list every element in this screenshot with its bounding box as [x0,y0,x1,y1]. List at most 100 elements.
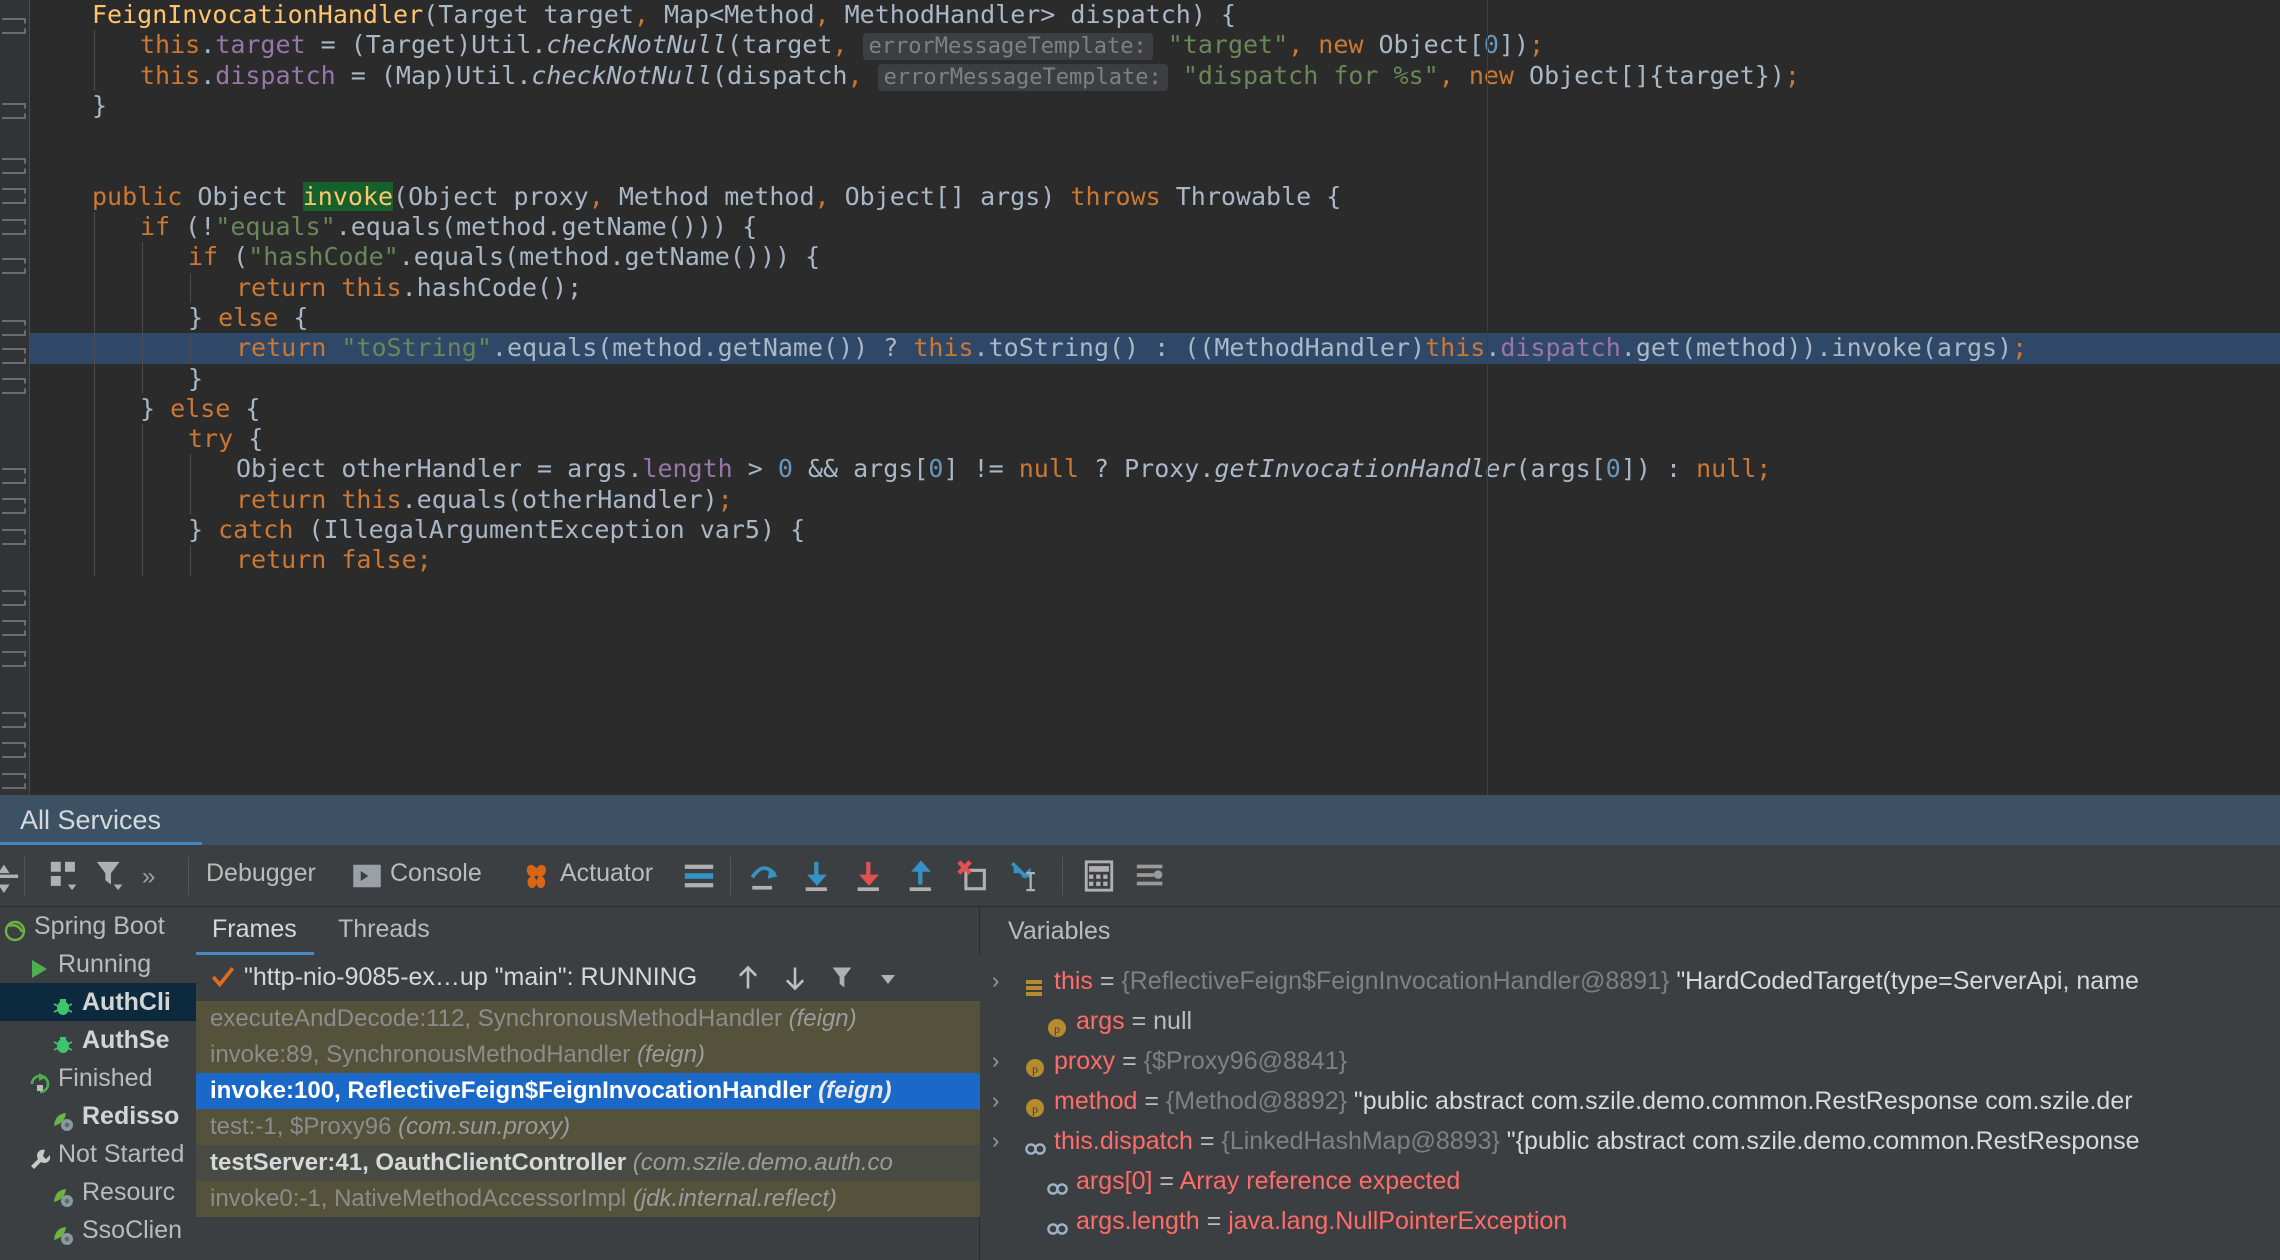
services-tree-item-redisso[interactable]: Redisso [0,1097,196,1135]
frame-row[interactable]: invoke0:-1, NativeMethodAccessorImpl (jd… [196,1181,980,1217]
code-fold-marker[interactable] [2,498,26,511]
code-line[interactable] [30,151,2280,181]
frame-row[interactable]: testServer:41, OauthClientController (co… [196,1145,980,1181]
frame-row[interactable]: test:-1, $Proxy96 (com.sun.proxy) [196,1109,980,1145]
code-line[interactable]: this.dispatch = (Map)Util.checkNotNull(d… [30,60,2280,91]
filter-icon[interactable] [94,859,128,893]
code-line[interactable]: public Object invoke(Object proxy, Metho… [30,181,2280,212]
code-fold-marker[interactable] [2,188,26,201]
code-line[interactable]: Object otherHandler = args.length > 0 &&… [30,454,2280,485]
chevron-right-icon[interactable]: › [992,961,999,1001]
show-execution-point-icon[interactable] [682,859,716,893]
frame-row[interactable]: invoke:100, ReflectiveFeign$FeignInvocat… [196,1073,980,1109]
code-token: , [814,181,830,211]
evaluate-expression-icon[interactable] [1082,859,1116,893]
services-tree-item-not-started[interactable]: Not Started [0,1135,196,1173]
services-tree-item-ssoclien[interactable]: SsoClien [0,1211,196,1249]
force-step-into-icon[interactable] [852,859,886,893]
step-out-icon[interactable] [904,859,938,893]
code-fold-marker[interactable] [2,620,26,633]
code-fold-marker[interactable] [2,773,26,786]
code-line[interactable]: try { [30,424,2280,455]
step-over-icon[interactable] [748,859,782,893]
tab-actuator[interactable]: Actuator [560,859,653,888]
services-tree-item-spring-boot[interactable]: Spring Boot [0,907,196,945]
console-icon[interactable] [352,861,386,895]
code-line[interactable]: } [30,91,2280,121]
code-line[interactable]: FeignInvocationHandler(Target target, Ma… [30,0,2280,30]
code-line[interactable]: return this.equals(otherHandler); [30,484,2280,516]
code-fold-marker[interactable] [2,712,26,725]
variables-panel[interactable]: Variables › this = {ReflectiveFeign$Feign… [980,907,2280,1260]
layout-icon[interactable] [48,859,82,893]
services-tree-item-running[interactable]: Running [0,945,196,983]
code-line[interactable]: } [30,363,2280,394]
code-area[interactable]: FeignInvocationHandler(Target target, Ma… [30,0,2280,795]
tab-frames[interactable]: Frames [212,915,297,944]
tab-threads[interactable]: Threads [338,915,430,944]
frames-list[interactable]: executeAndDecode:112, SynchronousMethodH… [196,1001,980,1217]
variable-row[interactable]: › p method = {Method@8892} "public abstrac… [980,1081,2280,1121]
code-line[interactable]: return false; [30,545,2280,576]
variable-row[interactable]: › p proxy = {$Proxy96@8841} [980,1041,2280,1081]
chevron-right-icon[interactable]: › [992,1081,999,1121]
variable-row[interactable]: args.length = java.lang.NullPointerExcep… [980,1201,2280,1241]
code-line[interactable]: return "toString".equals(method.getName(… [30,333,2280,364]
code-fold-marker[interactable] [2,258,26,271]
indent-guide [94,484,95,516]
services-tree-item-authcli[interactable]: AuthCli [0,983,196,1021]
code-fold-marker[interactable] [2,219,26,232]
chevron-down-icon[interactable] [876,967,900,991]
variable-row[interactable]: p args = null [980,1001,2280,1041]
code-fold-marker[interactable] [2,348,26,361]
spring-leaf-icon [52,1105,74,1131]
frame-row[interactable]: executeAndDecode:112, SynchronousMethodH… [196,1001,980,1037]
frames-tabs[interactable]: Frames Threads [196,907,979,955]
code-fold-marker[interactable] [2,378,26,391]
code-fold-marker[interactable] [2,468,26,481]
code-fold-marker[interactable] [2,651,26,664]
thread-selector[interactable]: "http-nio-9085-ex…up "main": RUNNING [196,955,980,1001]
code-line[interactable]: if (!"equals".equals(method.getName())) … [30,212,2280,243]
code-fold-marker[interactable] [2,158,26,171]
code-line[interactable]: if ("hashCode".equals(method.getName()))… [30,242,2280,273]
filter-icon[interactable] [828,964,856,992]
variables-list[interactable]: › this = {ReflectiveFeign$FeignInvocation… [980,961,2280,1241]
frames-panel[interactable]: Frames Threads "http-nio-9085-ex…up "mai… [196,907,980,1260]
editor-gutter[interactable] [0,0,30,795]
services-tree-item-authse[interactable]: AuthSe [0,1021,196,1059]
debugger-toolbar[interactable]: » Debugger Console Actuator [0,845,2280,907]
chevron-right-icon[interactable]: › [992,1041,999,1081]
code-editor[interactable]: FeignInvocationHandler(Target target, Ma… [0,0,2280,795]
more-icon[interactable]: » [142,863,155,891]
services-tree[interactable]: Spring Boot Running AuthCli AuthSe Finished R… [0,907,196,1260]
frame-row[interactable]: invoke:89, SynchronousMethodHandler (fei… [196,1037,980,1073]
chevron-right-icon[interactable]: › [992,1121,999,1161]
variable-row[interactable]: › this.dispatch = {LinkedHashMap@8893} "{… [980,1121,2280,1161]
code-fold-marker[interactable] [2,590,26,603]
code-fold-marker[interactable] [2,18,26,31]
code-line[interactable] [30,121,2280,151]
step-into-icon[interactable] [800,859,834,893]
code-line[interactable]: this.target = (Target)Util.checkNotNull(… [30,30,2280,61]
code-fold-marker[interactable] [2,742,26,755]
code-fold-marker[interactable] [2,103,26,116]
drop-frame-icon[interactable] [956,859,990,893]
run-to-cursor-icon[interactable] [1008,859,1042,893]
code-line[interactable]: } else { [30,393,2280,425]
variable-row[interactable]: › this = {ReflectiveFeign$FeignInvocation… [980,961,2280,1001]
services-tree-item-resourc[interactable]: Resourc [0,1173,196,1211]
code-fold-marker[interactable] [2,529,26,542]
arrow-up-icon[interactable] [734,964,762,992]
code-line[interactable]: return this.hashCode(); [30,272,2280,303]
code-line[interactable]: } catch (IllegalArgumentException var5) … [30,515,2280,546]
code-fold-marker[interactable] [2,320,26,333]
services-tree-item-finished[interactable]: Finished [0,1059,196,1097]
actuator-icon[interactable] [522,861,556,895]
settings-icon[interactable] [1134,859,1168,893]
arrow-down-icon[interactable] [781,964,809,992]
tab-debugger[interactable]: Debugger [206,859,316,888]
code-line[interactable]: } else { [30,302,2280,334]
variable-row[interactable]: args[0] = Array reference expected [980,1161,2280,1201]
tab-console[interactable]: Console [390,859,482,888]
